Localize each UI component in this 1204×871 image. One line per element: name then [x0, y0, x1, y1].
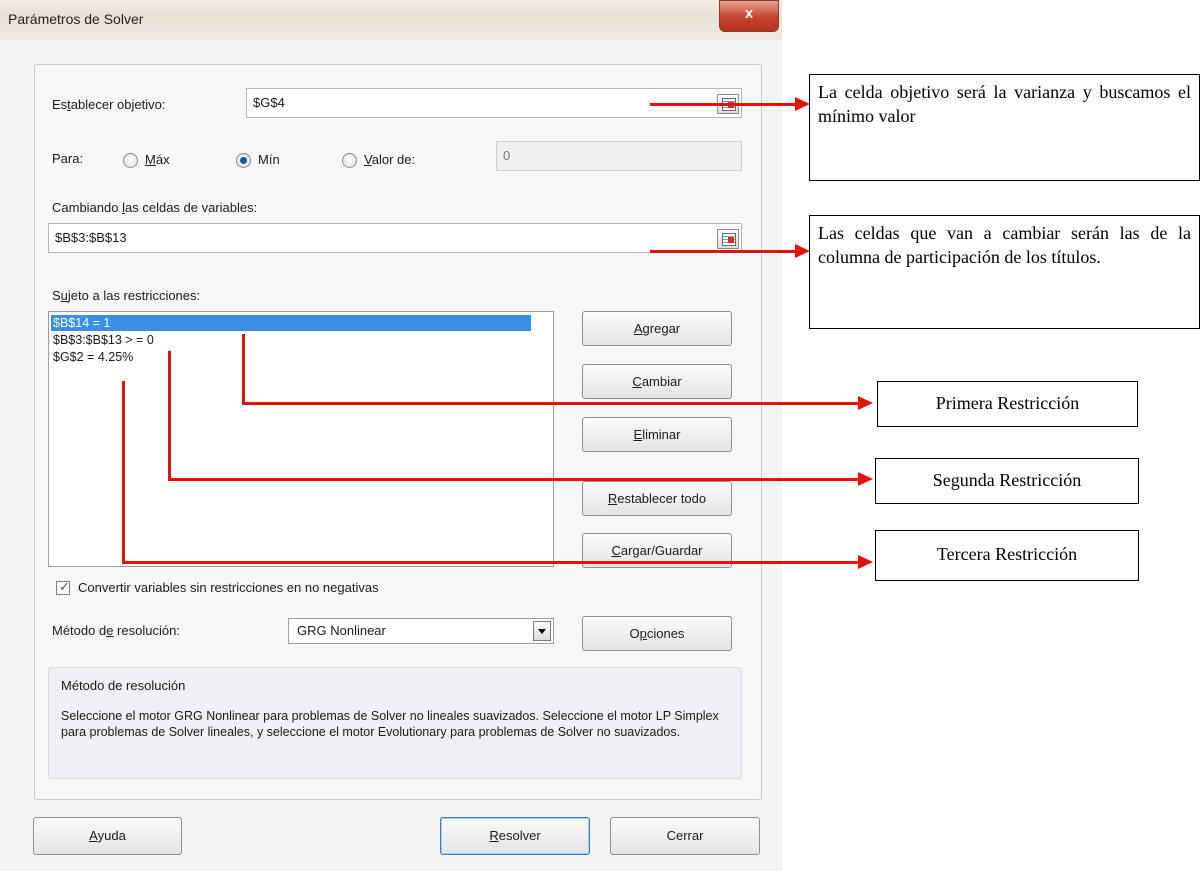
- nonnegative-checkbox[interactable]: ✓: [56, 579, 70, 595]
- objective-arrow-icon: [795, 97, 810, 111]
- third-arrow-icon: [858, 555, 873, 569]
- dropdown-arrow-icon[interactable]: [533, 621, 551, 641]
- checkmark-icon: ✓: [59, 579, 70, 594]
- second-constraint-line-h: [168, 478, 860, 481]
- reset-all-button[interactable]: Restablecer todo: [582, 481, 732, 516]
- min-radio[interactable]: [236, 153, 251, 168]
- variables-range-picker-icon[interactable]: [717, 229, 739, 249]
- close-window-button[interactable]: x: [719, 0, 779, 32]
- second-constraint-note: Segunda Restricción: [875, 458, 1139, 504]
- variables-label: Cambiando las celdas de variables:: [52, 200, 258, 215]
- solver-dialog: Parámetros de Solver x Establecer objeti…: [0, 0, 782, 871]
- nonnegative-label: Convertir variables sin restricciones en…: [78, 580, 379, 595]
- to-label: Para:: [52, 151, 84, 166]
- add-button[interactable]: Agregar: [582, 311, 732, 346]
- help-button[interactable]: Ayuda: [33, 817, 182, 855]
- max-label: Máx: [145, 152, 170, 167]
- objective-label: Establecer objetivo:: [52, 97, 166, 112]
- variables-arrow-icon: [795, 244, 810, 258]
- description-text: Seleccione el motor GRG Nonlinear para p…: [61, 709, 719, 739]
- constraint-row[interactable]: $G$2 = 4.25%: [51, 349, 531, 365]
- min-label: Mín: [258, 152, 280, 167]
- method-description-box: Método de resolución Seleccione el motor…: [48, 667, 742, 779]
- close-button[interactable]: Cerrar: [610, 817, 760, 855]
- constraint-row[interactable]: $B$3:$B$13 > = 0: [51, 332, 531, 348]
- second-arrow-icon: [858, 472, 873, 486]
- variables-input[interactable]: $B$3:$B$13: [48, 223, 742, 253]
- constraints-label: Sujeto a las restricciones:: [52, 288, 201, 303]
- variables-note: Las celdas que van a cambiar serán las d…: [809, 215, 1200, 329]
- value-of-radio[interactable]: [342, 153, 357, 168]
- third-constraint-line-h: [122, 561, 860, 564]
- objective-note: La celda objetivo será la varianza y bus…: [809, 74, 1200, 181]
- value-of-input[interactable]: 0: [496, 141, 742, 171]
- method-label: Método de resolución:: [52, 623, 180, 638]
- options-button[interactable]: Opciones: [582, 616, 732, 651]
- title-bar[interactable]: Parámetros de Solver x: [0, 0, 782, 40]
- window-title: Parámetros de Solver: [8, 11, 144, 27]
- solve-button[interactable]: Resolver: [440, 817, 590, 855]
- change-button[interactable]: Cambiar: [582, 364, 732, 399]
- first-constraint-note: Primera Restricción: [877, 381, 1138, 427]
- first-arrow-icon: [858, 396, 873, 410]
- constraint-row[interactable]: $B$14 = 1: [51, 315, 531, 331]
- objective-pointer-line: [650, 103, 798, 106]
- value-of-label: Valor de:: [364, 152, 416, 167]
- third-constraint-note: Tercera Restricción: [875, 530, 1139, 581]
- third-constraint-line-v: [122, 381, 125, 563]
- first-constraint-line-v: [242, 334, 245, 404]
- delete-button[interactable]: Eliminar: [582, 417, 732, 452]
- description-title: Método de resolución: [61, 678, 186, 693]
- variables-pointer-line: [650, 250, 798, 253]
- method-value: GRG Nonlinear: [297, 623, 386, 638]
- second-constraint-line-v: [168, 351, 171, 480]
- max-radio[interactable]: [123, 153, 138, 168]
- first-constraint-line-h: [242, 402, 860, 405]
- method-select[interactable]: GRG Nonlinear: [288, 618, 554, 644]
